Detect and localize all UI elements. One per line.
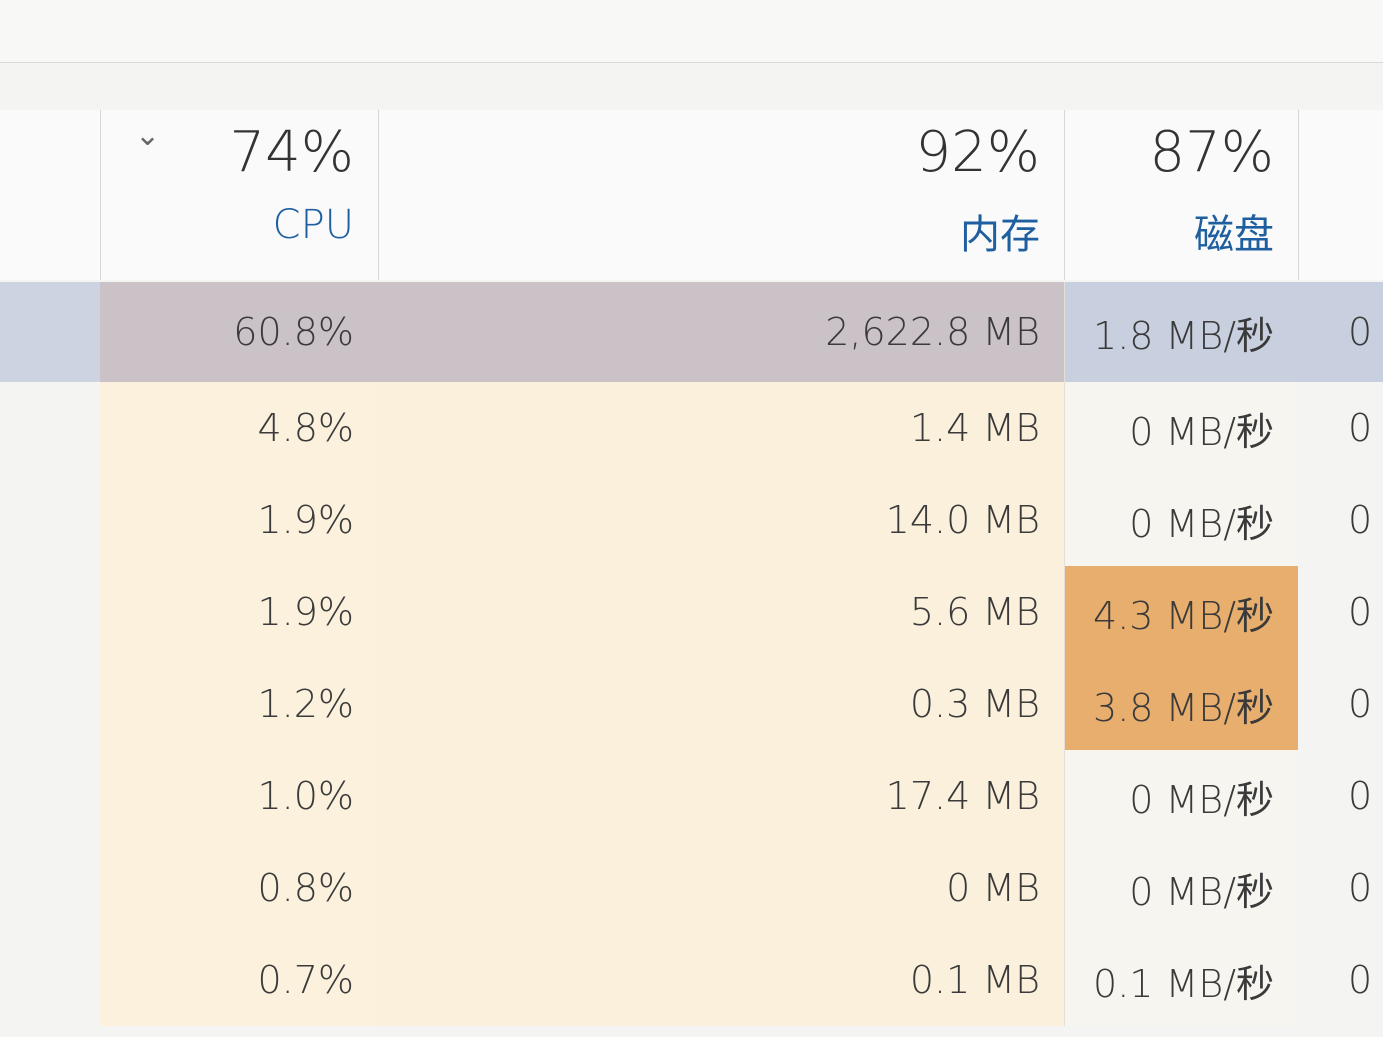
memory-cell: 14.0 MB [378, 474, 1064, 566]
network-cell: 0 [1348, 590, 1373, 634]
process-row[interactable]: 1.2% 0.3 MB 3.8 MB/秒 0 [0, 658, 1383, 750]
cpu-cell: 1.2% [100, 658, 378, 750]
cpu-total-percent: 74% [229, 120, 354, 185]
cpu-cell: 0.8% [100, 842, 378, 934]
process-row-selected[interactable]: 60.8% 2,622.8 MB 1.8 MB/秒 0 [0, 282, 1383, 382]
process-row[interactable]: 1.9% 5.6 MB 4.3 MB/秒 0 [0, 566, 1383, 658]
network-cell: 0 [1348, 774, 1373, 818]
network-cell: 0 [1348, 958, 1373, 1002]
cpu-cell: 4.8% [100, 382, 378, 474]
top-bar [0, 0, 1383, 63]
memory-label: 内存 [960, 212, 1040, 258]
disk-total-percent: 87% [1149, 120, 1274, 185]
process-row[interactable]: 0.7% 0.1 MB 0.1 MB/秒 0 [0, 934, 1383, 1026]
column-header-row: ⌄ 74% CPU 92% 内存 87% 磁盘 [0, 110, 1383, 280]
chevron-down-icon[interactable]: ⌄ [135, 118, 160, 153]
memory-cell: 2,622.8 MB [378, 282, 1064, 382]
process-row[interactable]: 1.9% 14.0 MB 0 MB/秒 0 [0, 474, 1383, 566]
process-row[interactable]: 4.8% 1.4 MB 0 MB/秒 0 [0, 382, 1383, 474]
disk-label: 磁盘 [1194, 212, 1274, 258]
disk-cell: 0 MB/秒 [1064, 842, 1298, 934]
cpu-cell: 60.8% [100, 282, 378, 382]
cpu-column-header[interactable]: ⌄ 74% CPU [100, 110, 378, 280]
memory-total-percent: 92% [915, 120, 1040, 185]
process-row[interactable]: 0.8% 0 MB 0 MB/秒 0 [0, 842, 1383, 934]
network-cell: 0 [1348, 866, 1373, 910]
task-manager-screen: ⌄ 74% CPU 92% 内存 87% 磁盘 60.8% 2,622.8 MB… [0, 0, 1383, 1037]
network-cell: 0 [1348, 682, 1373, 726]
cpu-cell: 1.9% [100, 566, 378, 658]
memory-cell: 0.1 MB [378, 934, 1064, 1026]
disk-cell-high-usage: 3.8 MB/秒 [1064, 658, 1298, 750]
disk-column-header[interactable]: 87% 磁盘 [1064, 110, 1298, 280]
network-cell: 0 [1298, 282, 1383, 382]
disk-cell: 0.1 MB/秒 [1064, 934, 1298, 1026]
disk-cell: 0 MB/秒 [1064, 750, 1298, 842]
memory-column-header[interactable]: 92% 内存 [378, 110, 1064, 280]
memory-cell: 17.4 MB [378, 750, 1064, 842]
disk-cell: 1.8 MB/秒 [1064, 282, 1298, 382]
memory-cell: 0.3 MB [378, 658, 1064, 750]
network-column-header[interactable] [1298, 110, 1383, 280]
disk-cell: 0 MB/秒 [1064, 474, 1298, 566]
disk-cell: 0 MB/秒 [1064, 382, 1298, 474]
cpu-label: CPU [272, 202, 354, 248]
memory-cell: 1.4 MB [378, 382, 1064, 474]
memory-cell: 0 MB [378, 842, 1064, 934]
process-row[interactable]: 1.0% 17.4 MB 0 MB/秒 0 [0, 750, 1383, 842]
process-list: 60.8% 2,622.8 MB 1.8 MB/秒 0 4.8% 1.4 MB … [0, 282, 1383, 1026]
memory-cell: 5.6 MB [378, 566, 1064, 658]
cpu-cell: 0.7% [100, 934, 378, 1026]
cpu-cell: 1.0% [100, 750, 378, 842]
network-cell: 0 [1348, 406, 1373, 450]
cpu-cell: 1.9% [100, 474, 378, 566]
network-cell: 0 [1348, 498, 1373, 542]
disk-cell-high-usage: 4.3 MB/秒 [1064, 566, 1298, 658]
